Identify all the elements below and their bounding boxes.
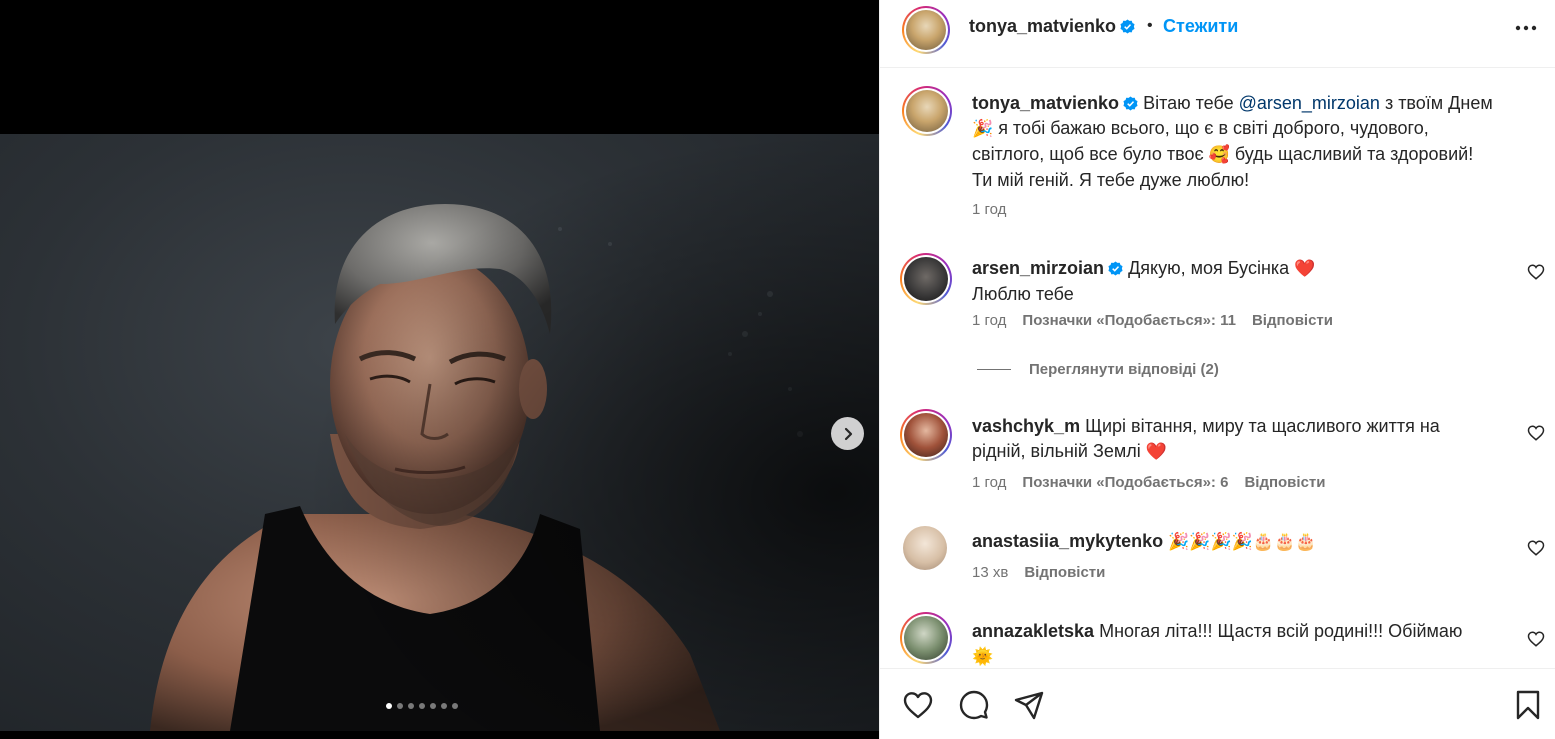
heart-icon[interactable]	[1527, 539, 1545, 557]
heart-icon[interactable]	[902, 689, 934, 721]
post-caption: tonya_matvienko Вітаю тебе @arsen_mirzoi…	[972, 91, 1527, 193]
comment-meta: 13 хв Відповісти	[972, 564, 1105, 581]
portrait-image	[0, 134, 879, 731]
comment-avatar[interactable]	[900, 409, 952, 461]
comment-body: arsen_mirzoian Дякую, моя Бусінка ❤️ Люб…	[972, 256, 1527, 307]
comment-icon[interactable]	[958, 689, 990, 721]
carousel-dot	[419, 703, 425, 709]
likes-count[interactable]: Позначки «Подобається»: 11	[1022, 312, 1236, 329]
carousel-dot	[430, 703, 436, 709]
carousel-dot	[441, 703, 447, 709]
comment-body: vashchyk_m Щирі вітання, миру та щасливо…	[972, 414, 1527, 465]
caption-text: будь щасливий та здоровий!	[1229, 144, 1474, 164]
comment-username[interactable]: annazakletska	[972, 621, 1094, 641]
comment-text: Дякую, моя Бусінка	[1128, 258, 1295, 278]
verified-badge-icon	[1123, 96, 1138, 111]
carousel-indicator	[386, 703, 458, 709]
post-media	[0, 0, 879, 739]
emoji-string: 🎉🎉🎉🎉🎂🎂🎂	[1168, 532, 1317, 552]
comment-text: Многая літа!!! Щастя всій родині!!! Обій…	[1099, 621, 1463, 641]
caption-text: Ти мій геній. Я тебе дуже люблю!	[972, 170, 1250, 190]
comment-text: Люблю тебе	[972, 284, 1074, 304]
caption-username[interactable]: tonya_matvienko	[972, 93, 1119, 113]
author-avatar[interactable]	[902, 6, 950, 54]
view-replies-label: Переглянути відповіді (2)	[1029, 361, 1219, 378]
comments-list: tonya_matvienko Вітаю тебе @arsen_mirzoi…	[880, 69, 1555, 667]
carousel-dot	[408, 703, 414, 709]
chevron-right-icon	[844, 427, 852, 440]
caption-text: я тобі бажаю всього, що є в світі доброг…	[998, 118, 1429, 138]
comment-meta: 1 год Позначки «Подобається»: 11 Відпові…	[972, 312, 1333, 329]
heart-icon[interactable]	[1527, 424, 1545, 442]
carousel-dot	[452, 703, 458, 709]
reply-button[interactable]: Відповісти	[1024, 564, 1105, 581]
comment-username[interactable]: anastasiia_mykytenko	[972, 531, 1163, 551]
caption-text: світлого, щоб все було твоє	[972, 144, 1209, 164]
separator-dot: •	[1147, 17, 1153, 34]
instagram-post-modal: tonya_matvienko • Стежити tonya_matvienk…	[0, 0, 1555, 739]
caption-time[interactable]: 1 год	[972, 201, 1006, 218]
caption-avatar[interactable]	[902, 86, 952, 136]
comment-body: annazakletska Многая літа!!! Щастя всій …	[972, 619, 1527, 667]
comment-time[interactable]: 1 год	[972, 312, 1006, 329]
comment-avatar[interactable]	[903, 526, 947, 570]
mention-link[interactable]: @arsen_mirzoian	[1239, 93, 1380, 113]
heart-icon[interactable]	[1527, 263, 1545, 281]
comment-username[interactable]: arsen_mirzoian	[972, 258, 1104, 278]
divider-line	[977, 369, 1011, 370]
carousel-dot	[397, 703, 403, 709]
caption-text: з твоїм Днем	[1379, 93, 1493, 113]
reply-button[interactable]: Відповісти	[1244, 474, 1325, 491]
comment-avatar[interactable]	[900, 612, 952, 664]
carousel-dot	[386, 703, 392, 709]
comment-avatar[interactable]	[900, 253, 952, 305]
heart-icon[interactable]	[1527, 630, 1545, 648]
post-actions	[880, 668, 1555, 739]
follow-button[interactable]: Стежити	[1163, 16, 1238, 37]
reply-button[interactable]: Відповісти	[1252, 312, 1333, 329]
heart-emoji: ❤️	[1145, 442, 1167, 462]
comment-time[interactable]: 1 год	[972, 474, 1006, 491]
post-sidebar: tonya_matvienko • Стежити tonya_matvienk…	[879, 0, 1555, 739]
verified-badge-icon	[1120, 19, 1135, 34]
post-header: tonya_matvienko • Стежити	[880, 0, 1555, 68]
author-username[interactable]: tonya_matvienko	[969, 16, 1135, 37]
heart-emoji: ❤️	[1294, 259, 1316, 279]
caption-meta: 1 год	[972, 201, 1006, 218]
comment-meta: 1 год Позначки «Подобається»: 6 Відповіс…	[972, 474, 1325, 491]
caption-text: Вітаю тебе	[1143, 93, 1239, 113]
view-replies-button[interactable]: Переглянути відповіді (2)	[977, 361, 1219, 378]
comment-body: anastasiia_mykytenko 🎉🎉🎉🎉🎂🎂🎂	[972, 529, 1527, 555]
sun-emoji: 🌞	[972, 647, 994, 667]
smile-emoji: 🥰	[1208, 145, 1230, 165]
party-emoji: 🎉	[972, 119, 994, 139]
comment-time[interactable]: 13 хв	[972, 564, 1008, 581]
more-horizontal-icon[interactable]	[1513, 15, 1539, 41]
comment-text: рідній, вільній Землі	[972, 441, 1146, 461]
next-slide-button[interactable]	[831, 417, 864, 450]
send-icon[interactable]	[1013, 689, 1045, 721]
verified-badge-icon	[1108, 261, 1123, 276]
bookmark-icon[interactable]	[1512, 689, 1544, 721]
comment-username[interactable]: vashchyk_m	[972, 416, 1080, 436]
likes-count[interactable]: Позначки «Подобається»: 6	[1022, 474, 1228, 491]
comment-text: Щирі вітання, миру та щасливого життя на	[1085, 416, 1440, 436]
post-photo	[0, 134, 879, 731]
